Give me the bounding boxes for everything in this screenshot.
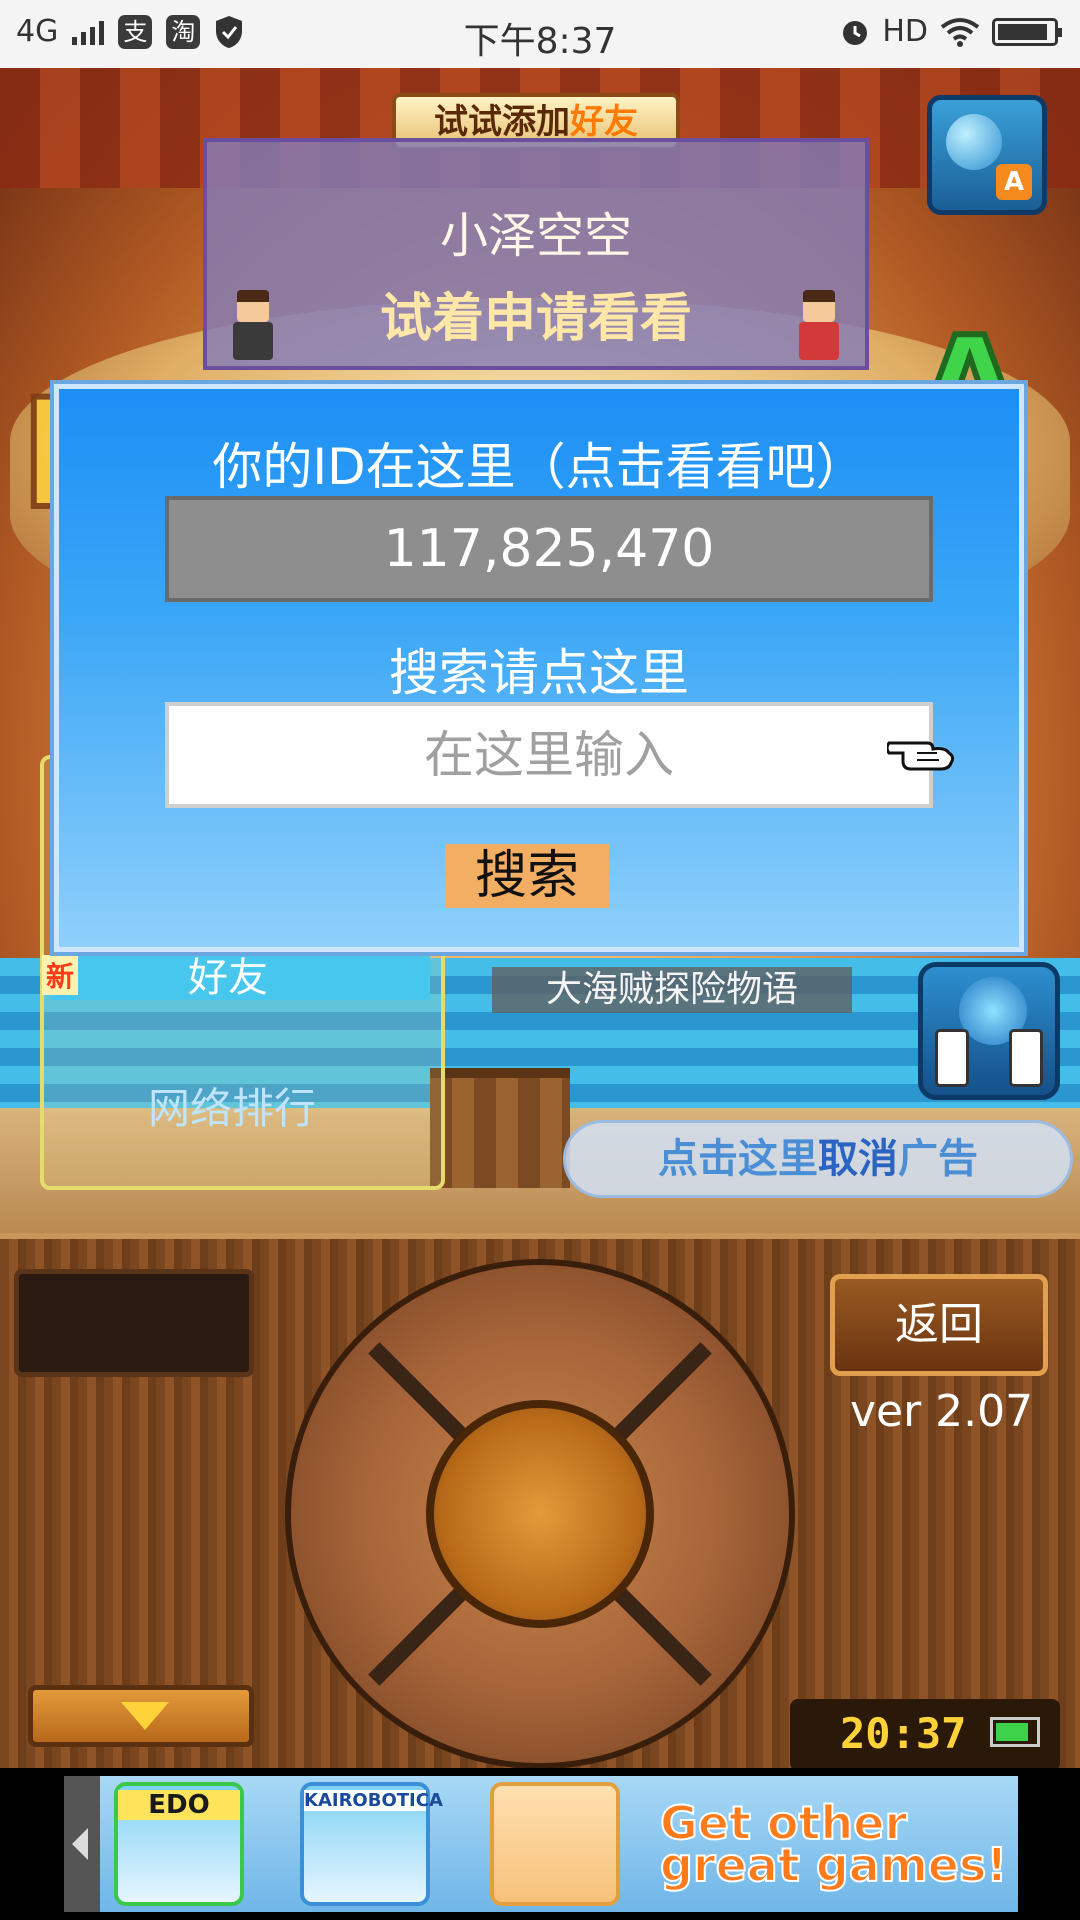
id-heading: 你的ID在这里（点击看看吧） (212, 438, 866, 496)
banner-text: 试试添加 (434, 102, 570, 142)
ad-back-arrow-icon[interactable] (64, 1776, 100, 1912)
connect-phones-button[interactable] (918, 962, 1060, 1100)
battery-icon (992, 17, 1062, 46)
game-clock-time: 20:37 (840, 1709, 967, 1758)
get-other-games-link[interactable]: Get other great games! (659, 1799, 1010, 1889)
friend-id-dialog: 你的ID在这里（点击看看吧） 117,825,470 搜索请点这里 搜索 (54, 384, 1024, 952)
dial-center-button[interactable] (426, 1400, 654, 1628)
friends-label: 好友 (188, 955, 268, 1001)
friend-id-search-input[interactable] (165, 702, 933, 808)
invite-hint: 试着申请看看 (379, 289, 692, 349)
remove-ads-highlight: 取消 (818, 1136, 898, 1182)
game-battery-icon (990, 1717, 1040, 1747)
girl-character-icon (793, 290, 845, 362)
ad-games-strip[interactable]: EDO KAIROBOTICA Get other great games! (100, 1776, 1018, 1912)
back-button[interactable]: 返回 (830, 1274, 1048, 1376)
remove-ads-button[interactable]: 点击这里取消广告 (563, 1120, 1073, 1198)
game-clock: 20:37 (790, 1699, 1060, 1771)
language-badge: A (996, 164, 1032, 200)
pointing-hand-icon (887, 741, 955, 771)
wifi-icon (940, 17, 980, 47)
banner-highlight: 好友 (570, 102, 638, 142)
game-title-banner: 大海贼探险物语 (492, 967, 852, 1013)
pier (430, 1068, 570, 1188)
game-tile-restaurant[interactable] (490, 1782, 620, 1906)
hd-indicator: HD (882, 14, 928, 49)
status-bar: 4G 支 淘 下午8:37 HD (0, 0, 1080, 68)
scroll-down-button[interactable] (28, 1685, 254, 1747)
network-ranking-label[interactable]: 网络排行 (148, 1075, 316, 1136)
invite-panel[interactable]: 小泽空空 试着申请看看 (203, 138, 869, 370)
game-tile-name: KAIROBOTICA (304, 1790, 443, 1811)
player-id-field[interactable]: 117,825,470 (165, 496, 933, 602)
ad-banner[interactable]: EDO KAIROBOTICA Get other great games! (0, 1768, 1080, 1920)
search-button[interactable]: 搜索 (445, 844, 609, 908)
invite-friend-name: 小泽空空 (439, 208, 632, 264)
control-panel: 返回 ver 2.07 20:37 (0, 1233, 1080, 1774)
globe-icon (946, 114, 1002, 170)
game-tile-name: EDO (118, 1790, 240, 1820)
game-tile-kairobotica[interactable]: KAIROBOTICA (300, 1782, 443, 1906)
phone-icon (935, 1029, 969, 1087)
language-switch-button[interactable]: A (927, 95, 1047, 215)
search-heading: 搜索请点这里 (389, 644, 689, 702)
alarm-icon (843, 20, 868, 45)
phone-icon (1009, 1029, 1043, 1087)
boy-character-icon (227, 290, 279, 362)
control-dial[interactable] (285, 1259, 795, 1769)
status-right: HD (840, 14, 1062, 49)
new-badge: 新 (42, 955, 79, 995)
version-label: ver 2.07 (850, 1386, 1034, 1437)
panel-display (14, 1269, 254, 1377)
remove-ads-prefix: 点击这里 (658, 1136, 818, 1182)
remove-ads-suffix: 广告 (898, 1136, 978, 1182)
game-tile-edo[interactable]: EDO (114, 1782, 244, 1906)
